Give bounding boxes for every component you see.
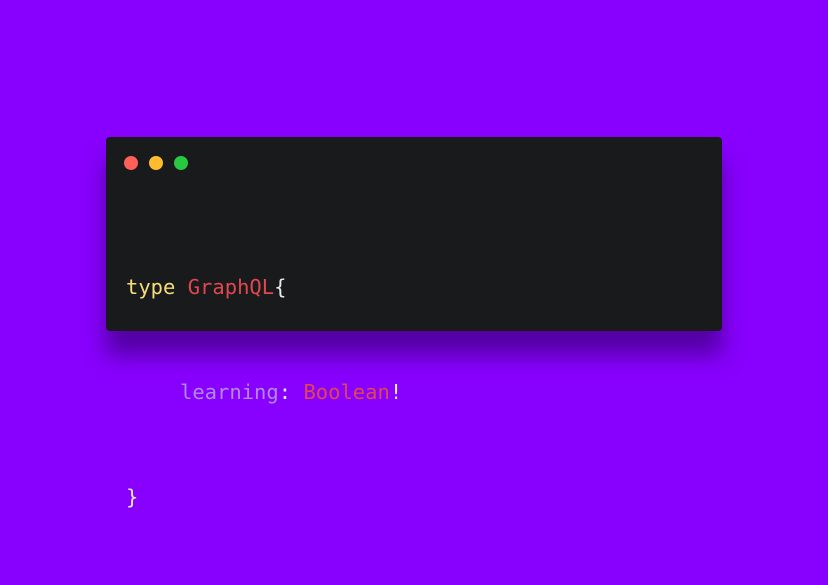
code-block: type GraphQL{ learning: Boolean! } <box>126 200 402 585</box>
field-name-token: learning <box>180 380 279 404</box>
window-titlebar <box>124 156 188 170</box>
colon-token: : <box>278 380 304 404</box>
maximize-window-icon[interactable] <box>174 156 188 170</box>
code-line-2: learning: Boolean! <box>126 375 402 410</box>
open-brace-token: { <box>274 275 287 299</box>
field-type-token: Boolean <box>303 380 390 404</box>
keyword-token: type <box>126 275 176 299</box>
close-brace-token: } <box>126 485 139 509</box>
code-window: type GraphQL{ learning: Boolean! } <box>106 137 722 509</box>
code-line-1: type GraphQL{ <box>126 270 402 305</box>
type-name-token: GraphQL <box>187 275 275 299</box>
code-line-3: } <box>126 480 402 515</box>
non-null-token: ! <box>389 380 403 404</box>
close-window-icon[interactable] <box>124 156 138 170</box>
minimize-window-icon[interactable] <box>149 156 163 170</box>
